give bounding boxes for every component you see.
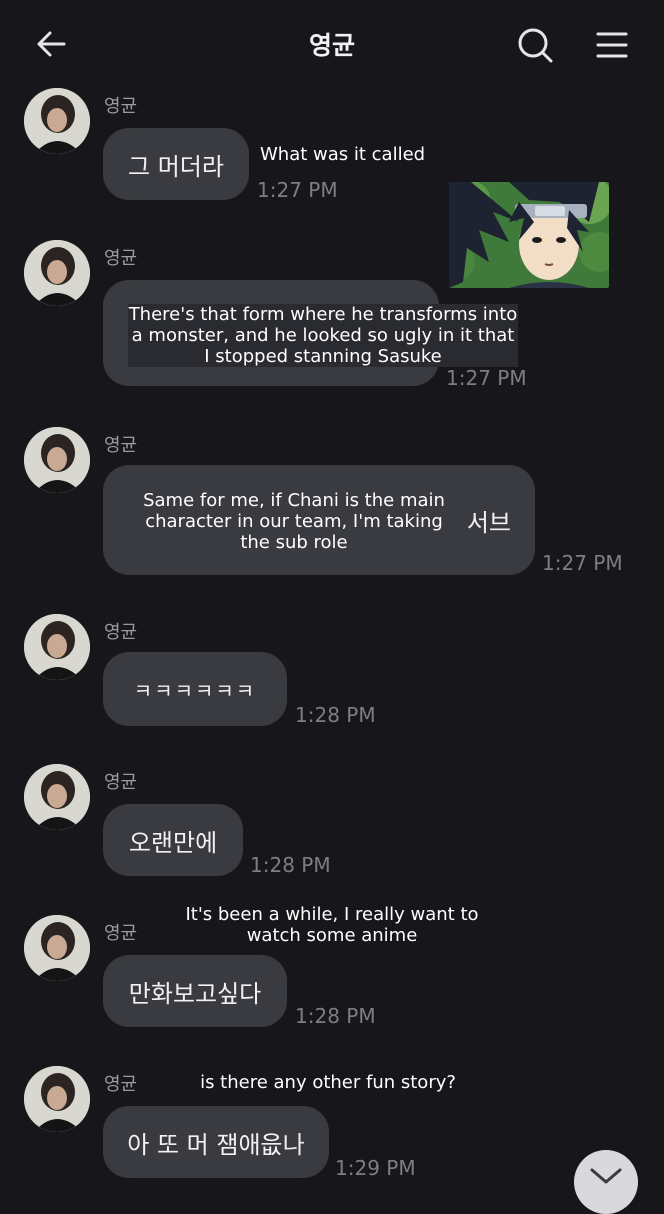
message-time: 1:28 PM	[250, 853, 331, 877]
message-text: 만화보고싶다	[128, 979, 262, 1008]
translation-text: It's been a while, I really want to watc…	[185, 904, 479, 946]
sender-name: 영균	[104, 435, 138, 456]
avatar[interactable]	[24, 614, 90, 680]
message-time: 1:27 PM	[446, 366, 527, 390]
hamburger-menu-icon[interactable]	[596, 30, 628, 60]
message-bubble[interactable]: 만화보고싶다	[103, 955, 287, 1027]
message-text: 오랜만에	[128, 828, 218, 857]
message-time: 1:28 PM	[295, 703, 376, 727]
message-item: 영균 ㅋㅋㅋㅋㅋㅋ 1:28 PM	[0, 614, 664, 734]
avatar[interactable]	[24, 240, 90, 306]
message-bubble[interactable]: 아 또 머 잼애읎나	[103, 1106, 329, 1178]
avatar[interactable]	[24, 764, 90, 830]
message-bubble[interactable]: ㅋㅋㅋㅋㅋㅋ	[103, 652, 287, 726]
message-time: 1:29 PM	[335, 1156, 416, 1180]
sender-name: 영균	[104, 622, 138, 643]
sender-name: 영균	[104, 96, 138, 117]
chevron-down-icon	[590, 1168, 622, 1184]
message-text: 그 머더라	[128, 152, 224, 181]
search-icon[interactable]	[516, 26, 554, 64]
translation-text: is there any other fun story?	[200, 1072, 456, 1093]
chat-title: 영균	[308, 31, 355, 60]
sender-name: 영균	[104, 772, 138, 793]
message-bubble[interactable]: 그 머더라	[103, 128, 249, 200]
avatar[interactable]	[24, 88, 90, 154]
message-item: 영균 오랜만에 1:28 PM	[0, 764, 664, 884]
message-item: 영균 It's been a while, I really want to w…	[0, 904, 664, 1035]
translation-text: Same for me, if Chani is the main charac…	[143, 490, 445, 553]
message-item: 영균 is there any other fun story? 아 또 머 잼…	[0, 1066, 664, 1200]
message-time: 1:28 PM	[295, 1004, 376, 1028]
scroll-to-bottom-button[interactable]	[574, 1150, 638, 1214]
message-text: 아 또 머 잼애읎나	[127, 1130, 305, 1159]
avatar[interactable]	[24, 1066, 90, 1132]
message-time: 1:27 PM	[542, 551, 623, 575]
translation-text: What was it called	[260, 144, 426, 165]
sender-name: 영균	[104, 923, 138, 944]
message-text: ㅋㅋㅋㅋㅋㅋ	[133, 678, 257, 703]
message-text: 서브	[466, 508, 511, 537]
message-time: 1:27 PM	[257, 178, 338, 202]
avatar[interactable]	[24, 915, 90, 981]
sender-name: 영균	[104, 248, 138, 269]
message-item: 영균 서브 Same for me, if Chani is the main …	[0, 427, 664, 587]
message-bubble[interactable]: 오랜만에	[103, 804, 243, 876]
chat-header: 영균	[0, 0, 664, 88]
message-item: 영균 There's that form where he transforms…	[0, 240, 664, 400]
avatar[interactable]	[24, 427, 90, 493]
translation-text: There's that form where he transforms in…	[128, 304, 518, 367]
sender-name: 영균	[104, 1074, 138, 1095]
